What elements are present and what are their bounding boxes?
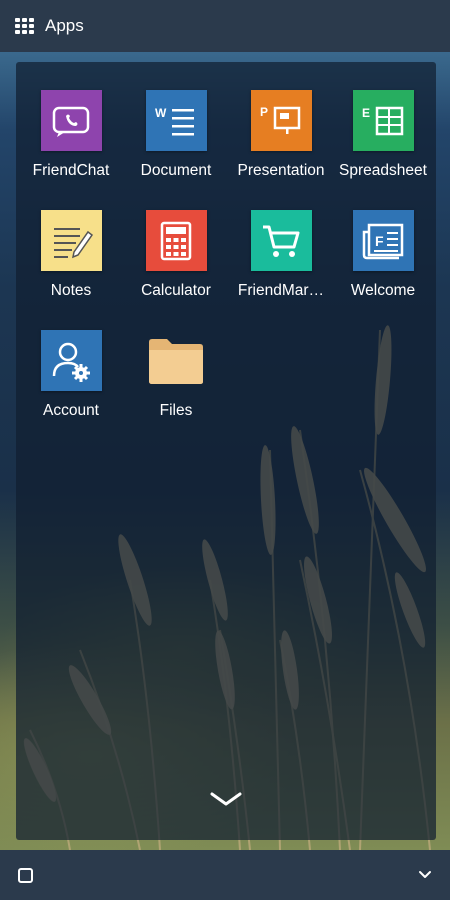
spreadsheet-icon: E [352, 90, 414, 151]
app-label: Spreadsheet [339, 162, 427, 179]
app-label: Welcome [350, 282, 416, 299]
app-welcome[interactable]: F Welcome [328, 210, 438, 300]
app-label: Files [159, 402, 193, 419]
app-drawer-panel: FriendChat W Document P Presentation E S… [16, 62, 436, 840]
page-title: Apps [45, 16, 84, 35]
square-icon[interactable] [18, 868, 33, 883]
app-files[interactable]: Files [121, 330, 231, 420]
app-spreadsheet[interactable]: E Spreadsheet [328, 90, 438, 180]
chevron-down-icon[interactable] [206, 790, 246, 810]
friendchat-icon [40, 90, 102, 151]
apps-grid-icon[interactable] [15, 18, 35, 34]
app-calculator[interactable]: Calculator [121, 210, 231, 300]
app-label: Presentation [237, 162, 325, 179]
app-label: FriendChat [32, 162, 110, 179]
app-presentation[interactable]: P Presentation [226, 90, 336, 180]
app-label: FriendMar… [237, 282, 325, 299]
app-document[interactable]: W Document [121, 90, 231, 180]
svg-text:F: F [375, 233, 384, 249]
document-icon: W [145, 90, 207, 151]
calculator-icon [145, 210, 207, 271]
folder-icon [146, 330, 207, 391]
bottom-bar [0, 850, 450, 900]
app-label: Notes [50, 282, 92, 299]
svg-text:E: E [362, 106, 370, 120]
app-label: Document [140, 162, 212, 179]
chevron-down-icon[interactable] [417, 869, 433, 881]
app-label: Calculator [141, 282, 211, 299]
welcome-icon: F [352, 210, 414, 271]
app-notes[interactable]: Notes [16, 210, 126, 300]
svg-text:P: P [260, 105, 268, 119]
app-friendchat[interactable]: FriendChat [16, 90, 126, 180]
presentation-icon: P [250, 90, 312, 151]
friendmarket-icon [250, 210, 312, 271]
account-icon [40, 330, 102, 391]
notes-icon [40, 210, 102, 271]
top-bar: Apps [0, 0, 450, 52]
app-friendmarket[interactable]: FriendMar… [226, 210, 336, 300]
app-account[interactable]: Account [16, 330, 126, 420]
app-label: Account [42, 402, 99, 419]
svg-text:W: W [155, 106, 167, 120]
